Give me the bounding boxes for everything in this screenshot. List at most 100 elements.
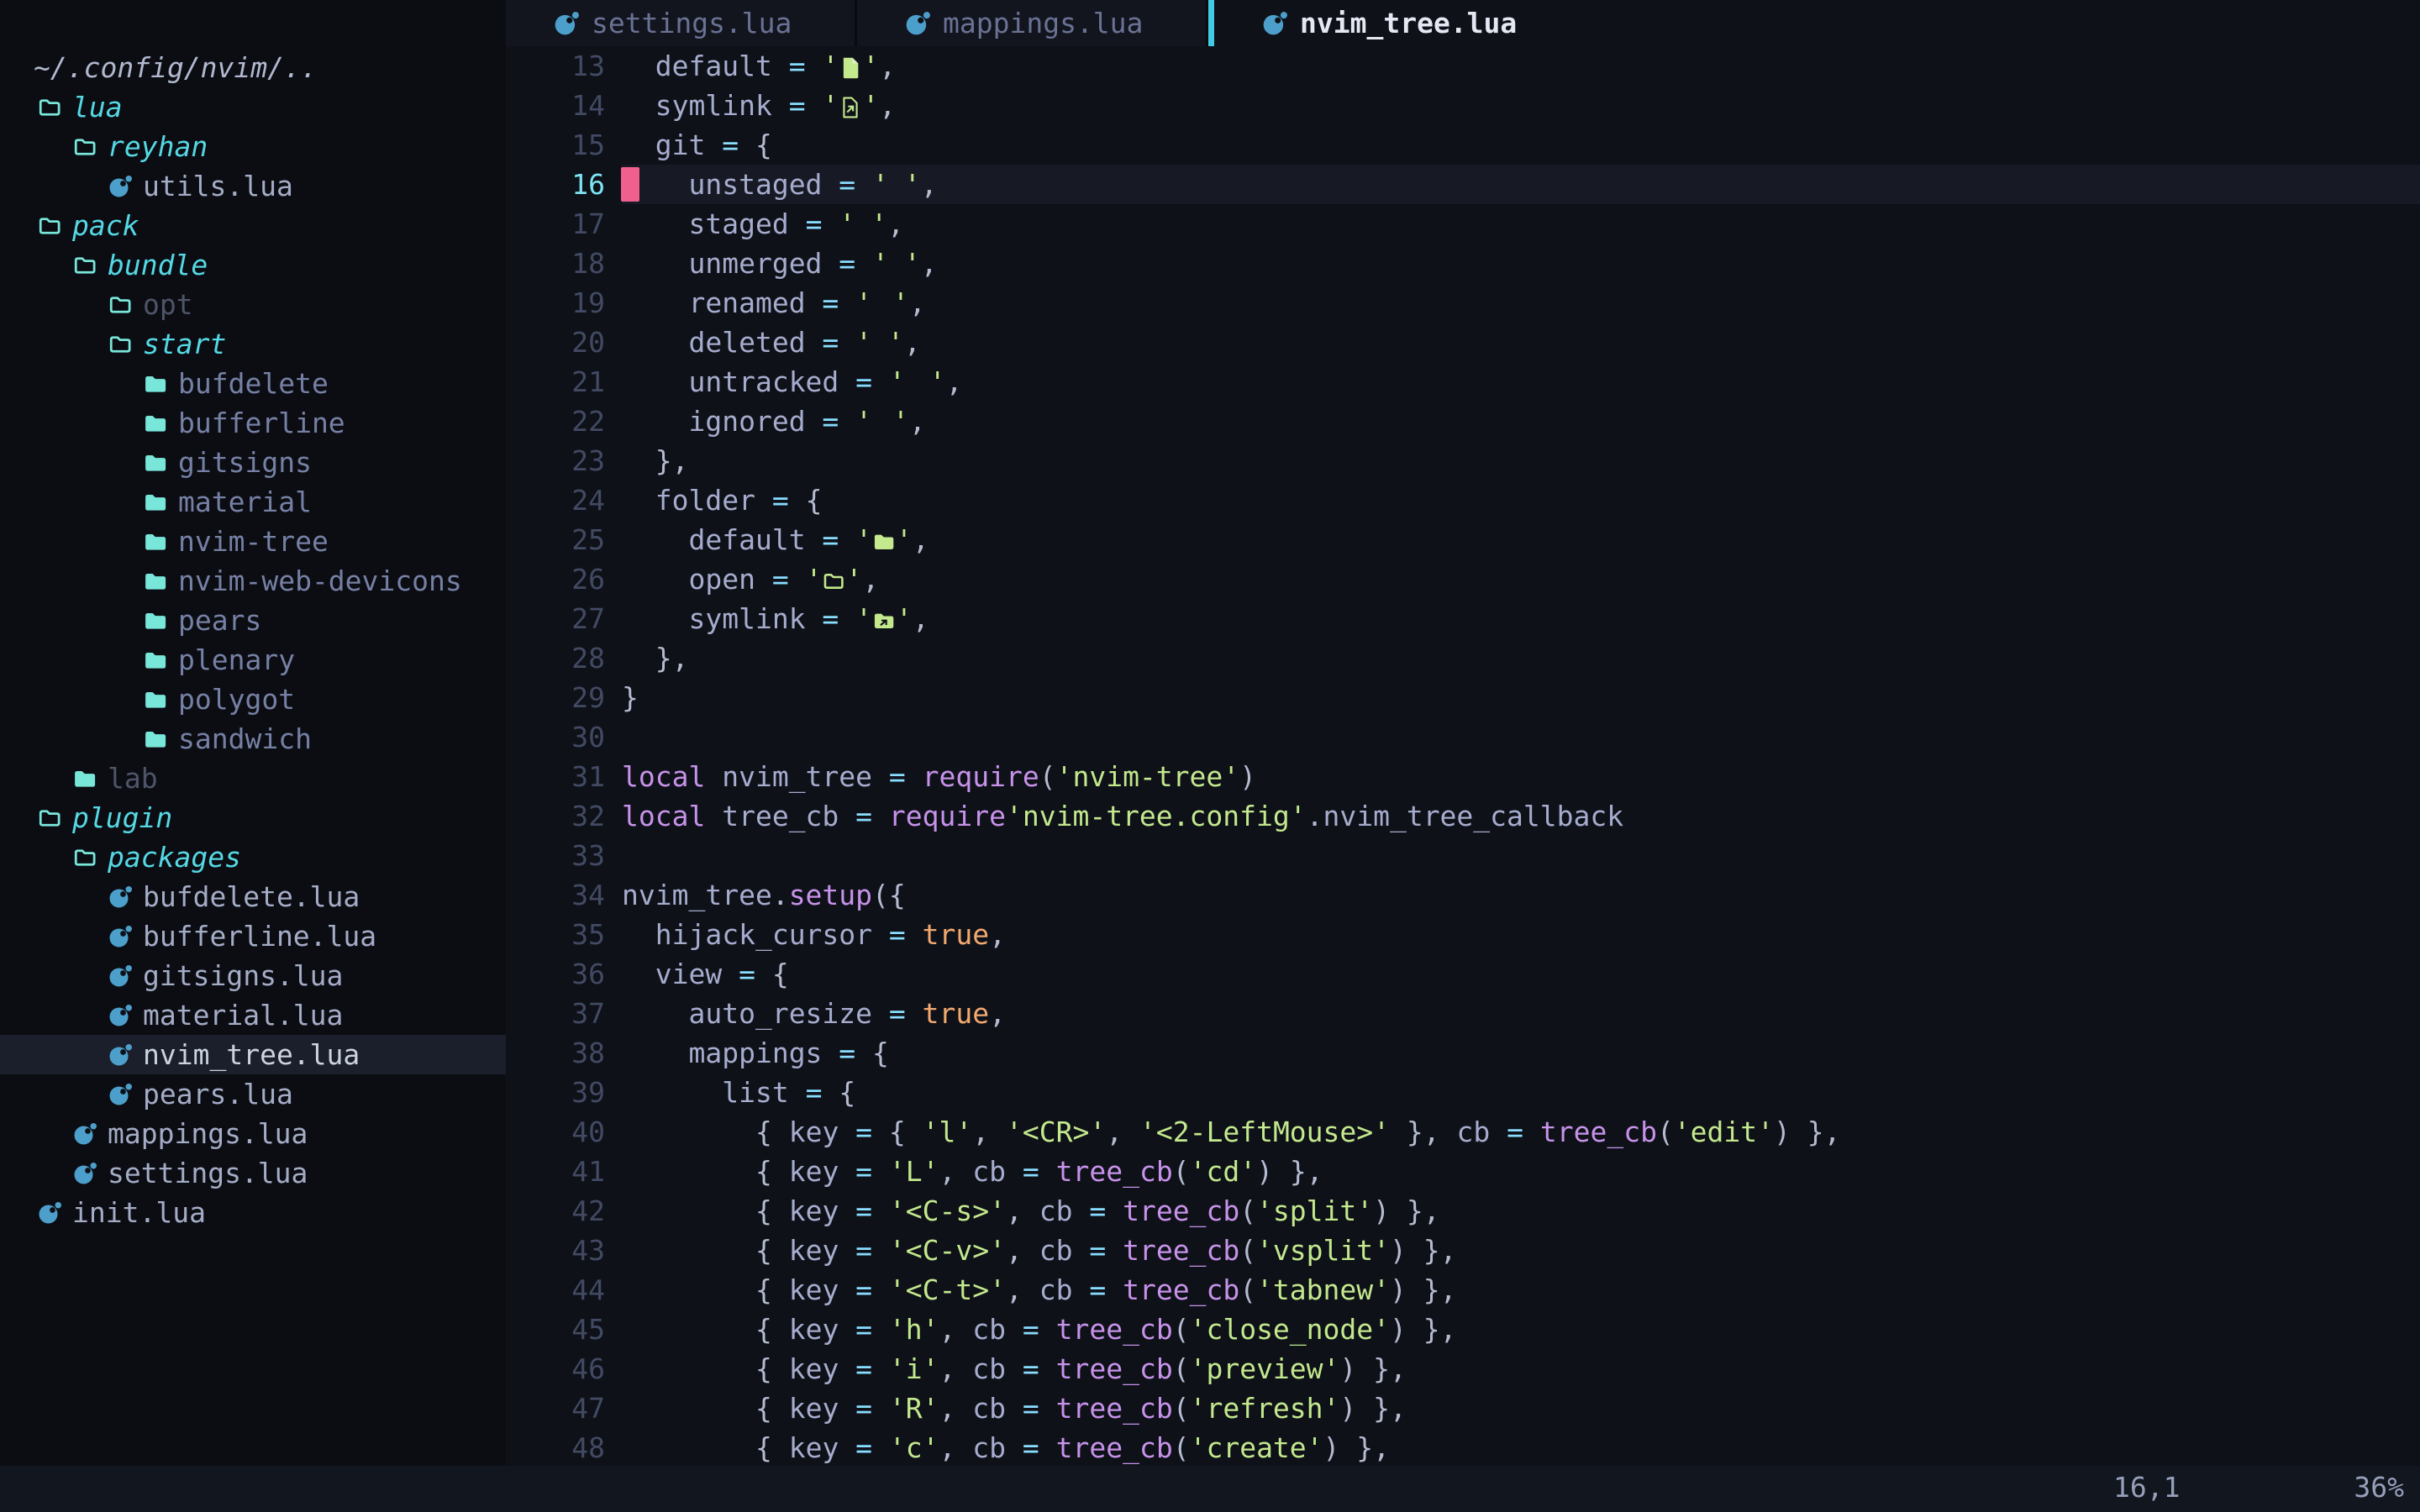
tree-item-polygot[interactable]: polygot: [0, 680, 506, 719]
tree-root[interactable]: ~/.config/nvim/..: [0, 48, 506, 87]
line-number: 19: [506, 283, 605, 323]
tree-item-gitsigns.lua[interactable]: gitsigns.lua: [0, 956, 506, 995]
tree-item-label: pack: [72, 206, 139, 245]
tree-item-reyhan[interactable]: reyhan: [0, 127, 506, 166]
folder-icon: [143, 687, 168, 712]
code-line-43[interactable]: 43 { key = '<C-v>', cb = tree_cb('vsplit…: [506, 1231, 2420, 1270]
tree-item-opt[interactable]: opt: [0, 285, 506, 324]
code-line-28[interactable]: 28 },: [506, 638, 2420, 678]
code-line-45[interactable]: 45 { key = 'h', cb = tree_cb('close_node…: [506, 1310, 2420, 1349]
line-number: 29: [506, 678, 605, 717]
tab-mappings.lua[interactable]: mappings.lua: [857, 0, 1208, 46]
tree-item-pears[interactable]: pears: [0, 601, 506, 640]
tree-item-packages[interactable]: packages: [0, 837, 506, 877]
tree-item-settings.lua[interactable]: settings.lua: [0, 1153, 506, 1193]
tree-item-init.lua[interactable]: init.lua: [0, 1193, 506, 1232]
code-text: }: [605, 678, 639, 717]
code-line-26[interactable]: 26 open = '',: [506, 559, 2420, 599]
code-line-31[interactable]: 31local nvim_tree = require('nvim-tree'): [506, 757, 2420, 796]
tree-item-label: bufdelete.lua: [143, 877, 360, 916]
tree-item-label: nvim-tree: [178, 522, 329, 561]
code-line-23[interactable]: 23 },: [506, 441, 2420, 480]
tree-item-label: settings.lua: [108, 1153, 308, 1193]
tree-item-pack[interactable]: pack: [0, 206, 506, 245]
folder-icon: [143, 648, 168, 673]
tree-item-nvim-tree[interactable]: nvim-tree: [0, 522, 506, 561]
code-line-17[interactable]: 17 staged = '',: [506, 204, 2420, 244]
code-line-33[interactable]: 33: [506, 836, 2420, 875]
code-line-30[interactable]: 30: [506, 717, 2420, 757]
folder-symlink-icon: [872, 602, 896, 635]
code-line-37[interactable]: 37 auto_resize = true,: [506, 994, 2420, 1033]
code-text: view = {: [605, 954, 789, 994]
code-line-44[interactable]: 44 { key = '<C-t>', cb = tree_cb('tabnew…: [506, 1270, 2420, 1310]
code-line-36[interactable]: 36 view = {: [506, 954, 2420, 994]
code-line-46[interactable]: 46 { key = 'i', cb = tree_cb('preview') …: [506, 1349, 2420, 1389]
folder-icon: [143, 450, 168, 475]
code-line-16[interactable]: 16 unstaged = '',: [506, 165, 2420, 204]
tree-item-start[interactable]: start: [0, 324, 506, 364]
tree-item-plugin[interactable]: plugin: [0, 798, 506, 837]
code-text: local nvim_tree = require('nvim-tree'): [605, 757, 1256, 796]
folder-open-icon: [37, 806, 62, 831]
code-line-38[interactable]: 38 mappings = {: [506, 1033, 2420, 1073]
code-line-13[interactable]: 13 default = '',: [506, 46, 2420, 86]
tab-settings.lua[interactable]: settings.lua: [506, 0, 857, 46]
line-number: 42: [506, 1191, 605, 1231]
tree-item-pears.lua[interactable]: pears.lua: [0, 1074, 506, 1114]
code-line-42[interactable]: 42 { key = '<C-s>', cb = tree_cb('split'…: [506, 1191, 2420, 1231]
code-line-24[interactable]: 24 folder = {: [506, 480, 2420, 520]
tree-item-material[interactable]: material: [0, 482, 506, 522]
code-text: hijack_cursor = true,: [605, 915, 1006, 954]
code-line-21[interactable]: 21 untracked = '',: [506, 362, 2420, 402]
code-line-39[interactable]: 39 list = {: [506, 1073, 2420, 1112]
code-text: auto_resize = true,: [605, 994, 1006, 1033]
code-line-19[interactable]: 19 renamed = '',: [506, 283, 2420, 323]
lua-file-icon: [37, 1200, 62, 1226]
code-text: untracked = '',: [605, 362, 963, 402]
tree-item-bufdelete[interactable]: bufdelete: [0, 364, 506, 403]
line-number: 30: [506, 717, 605, 757]
editor[interactable]: 13 default = '',14 symlink = '',15 git =…: [506, 46, 2420, 1466]
tree-item-mappings.lua[interactable]: mappings.lua: [0, 1114, 506, 1153]
tree-item-gitsigns[interactable]: gitsigns: [0, 443, 506, 482]
code-line-47[interactable]: 47 { key = 'R', cb = tree_cb('refresh') …: [506, 1389, 2420, 1428]
code-text: { key = 'R', cb = tree_cb('refresh') },: [605, 1389, 1407, 1428]
code-line-32[interactable]: 32local tree_cb = require'nvim-tree.conf…: [506, 796, 2420, 836]
tree-item-lua[interactable]: lua: [0, 87, 506, 127]
code-line-34[interactable]: 34nvim_tree.setup({: [506, 875, 2420, 915]
code-line-29[interactable]: 29}: [506, 678, 2420, 717]
active-tab-indicator: [1208, 0, 1214, 46]
tree-item-material.lua[interactable]: material.lua: [0, 995, 506, 1035]
tree-item-bufferline.lua[interactable]: bufferline.lua: [0, 916, 506, 956]
code-text: staged = '',: [605, 204, 904, 244]
tree-item-bufdelete.lua[interactable]: bufdelete.lua: [0, 877, 506, 916]
tree-item-bufferline[interactable]: bufferline: [0, 403, 506, 443]
tree-item-plenary[interactable]: plenary: [0, 640, 506, 680]
code-line-14[interactable]: 14 symlink = '',: [506, 86, 2420, 125]
tree-item-label: packages: [108, 837, 241, 877]
line-number: 36: [506, 954, 605, 994]
tree-item-utils.lua[interactable]: utils.lua: [0, 166, 506, 206]
code-line-15[interactable]: 15 git = {: [506, 125, 2420, 165]
code-line-20[interactable]: 20 deleted = '',: [506, 323, 2420, 362]
folder-open-icon: [37, 213, 62, 239]
code-line-40[interactable]: 40 { key = { 'l', '<CR>', '<2-LeftMouse>…: [506, 1112, 2420, 1152]
tree-item-nvim_tree.lua[interactable]: nvim_tree.lua: [0, 1035, 506, 1074]
code-line-25[interactable]: 25 default = '',: [506, 520, 2420, 559]
code-line-41[interactable]: 41 { key = 'L', cb = tree_cb('cd') },: [506, 1152, 2420, 1191]
line-number: 39: [506, 1073, 605, 1112]
tree-item-label: start: [143, 324, 226, 364]
tree-item-nvim-web-devicons[interactable]: nvim-web-devicons: [0, 561, 506, 601]
tree-item-lab[interactable]: lab: [0, 759, 506, 798]
code-line-48[interactable]: 48 { key = 'c', cb = tree_cb('create') }…: [506, 1428, 2420, 1466]
code-line-22[interactable]: 22 ignored = '',: [506, 402, 2420, 441]
code-line-35[interactable]: 35 hijack_cursor = true,: [506, 915, 2420, 954]
tree-item-bundle[interactable]: bundle: [0, 245, 506, 285]
line-number: 25: [506, 520, 605, 559]
tab-nvim_tree.lua[interactable]: nvim_tree.lua: [1214, 0, 1565, 46]
statusline: 16,1 36%: [0, 1466, 2420, 1512]
tree-item-sandwich[interactable]: sandwich: [0, 719, 506, 759]
code-line-18[interactable]: 18 unmerged = '',: [506, 244, 2420, 283]
code-line-27[interactable]: 27 symlink = '',: [506, 599, 2420, 638]
